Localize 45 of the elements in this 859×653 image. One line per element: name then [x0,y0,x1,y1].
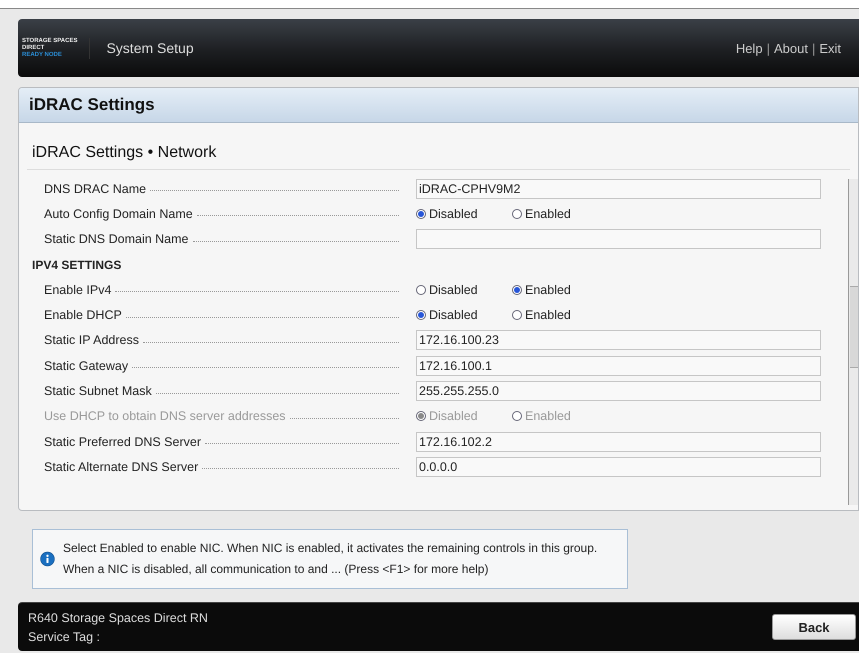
scrollbar[interactable] [848,179,858,505]
radio-label[interactable]: Disabled [429,282,478,297]
setting-label: Enable DHCP [44,308,122,322]
scroll-thumb[interactable] [850,286,858,368]
group-heading: IPV4 SETTINGS [32,258,122,272]
setting-label: Static IP Address [44,333,139,348]
section-title: iDRAC Settings • Network [32,144,216,162]
input-field[interactable]: 255.255.255.0 [416,381,821,402]
input-field[interactable]: 0.0.0.0 [416,456,821,477]
separator: | [812,40,816,56]
radio-button[interactable] [416,284,426,295]
input-field[interactable] [416,229,821,250]
system-model: R640 Storage Spaces Direct RN [28,610,209,624]
setting-label: Static Gateway [44,358,128,373]
radio-label[interactable]: Enabled [525,282,571,297]
radio-button[interactable] [512,208,522,219]
header-link[interactable]: About [774,40,808,56]
header-link[interactable]: Exit [819,40,841,56]
setting-label: Static Preferred DNS Server [44,434,201,449]
setting-label: Static Subnet Mask [44,384,152,398]
radio-label[interactable]: Enabled [525,206,571,221]
radio-label[interactable]: Disabled [429,308,478,322]
setting-label: Static Alternate DNS Server [44,460,198,474]
input-field[interactable]: 172.16.100.1 [416,356,821,376]
page-title: iDRAC Settings [19,88,858,123]
radio-button[interactable] [512,310,522,320]
input-field[interactable]: 172.16.100.23 [416,330,821,350]
service-tag: Service Tag : [28,630,772,644]
app-title: System Setup [106,40,195,56]
setting-label: DNS DRAC Name [44,182,146,196]
radio-label[interactable]: Enabled [525,308,571,322]
back-button[interactable]: Back [772,614,856,640]
radio-label[interactable]: Disabled [429,206,478,221]
help-text: Select Enabled to enable NIC. When NIC is enabled, it activates the remaining controls in this group. When a NIC is disabled, all communication to and ... (Press <F1> for more help) [62,540,598,578]
setting-label: Static DNS Domain Name [44,232,188,246]
input-field[interactable]: 172.16.102.2 [416,432,821,452]
setting-label: Enable IPv4 [44,282,112,297]
separator: | [766,40,770,56]
radio-button[interactable] [416,310,426,320]
setting-label: Auto Config Domain Name [44,206,193,221]
radio-button[interactable] [416,208,426,219]
setting-label: Use DHCP to obtain DNS server addresses [44,409,286,424]
radio-button[interactable] [512,284,522,295]
input-field[interactable]: iDRAC-CPHV9M2 [416,178,821,199]
header-link[interactable]: Help [736,40,763,56]
